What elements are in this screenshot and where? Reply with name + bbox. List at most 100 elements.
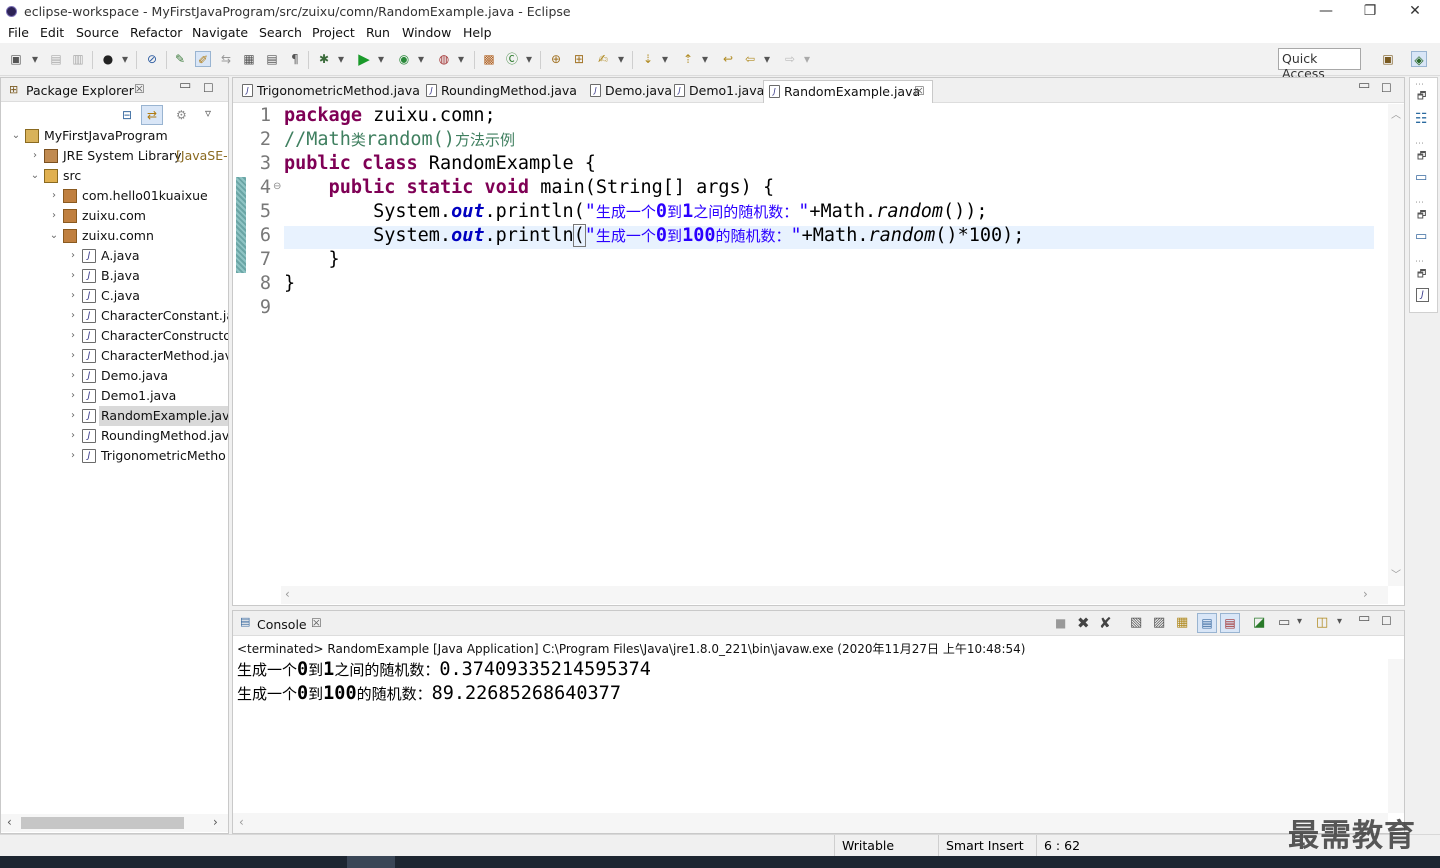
close-window-button[interactable]: ✕ — [1392, 0, 1438, 23]
open-console-icon[interactable]: ◫ — [1316, 615, 1328, 630]
highlight-icon[interactable]: ✐ — [195, 51, 211, 67]
new-java-project-icon[interactable]: ▩ — [481, 51, 497, 67]
dropdown-icon[interactable]: ▾ — [416, 51, 426, 67]
menu-refactor[interactable]: Refactor — [130, 25, 182, 40]
coverage-icon[interactable]: ◉ — [396, 51, 412, 67]
tree-item[interactable]: › J RandomExample.java — [1, 406, 228, 426]
editor-tab[interactable]: J Demo1.java — [669, 80, 764, 103]
tree-item[interactable]: › J B.java — [1, 266, 228, 286]
dropdown-icon[interactable]: ▾ — [1337, 616, 1342, 627]
expand-icon[interactable]: › — [68, 306, 78, 326]
scroll-left-icon[interactable]: ‹ — [239, 815, 244, 829]
tree-item[interactable]: › J C.java — [1, 286, 228, 306]
expand-icon[interactable]: › — [68, 246, 78, 266]
expand-icon[interactable]: › — [30, 146, 40, 166]
menu-source[interactable]: Source — [76, 25, 119, 40]
editor-tab[interactable]: J RandomExample.java ☒ — [763, 80, 933, 103]
expand-icon[interactable]: › — [68, 266, 78, 286]
close-tab-icon[interactable]: ☒ — [914, 84, 925, 98]
maximize-editor-icon[interactable]: ☐ — [1381, 81, 1392, 95]
menu-navigate[interactable]: Navigate — [192, 25, 248, 40]
tree-item[interactable]: ⌄ src — [1, 166, 228, 186]
expand-icon[interactable]: › — [68, 346, 78, 366]
editor-vscrollbar[interactable]: ︿ ﹀ — [1388, 104, 1404, 586]
restore-button[interactable]: ❐ — [1347, 0, 1393, 23]
link-with-editor-icon[interactable]: ⇄ — [141, 105, 163, 125]
dropdown-icon[interactable]: ▾ — [524, 51, 534, 67]
dropdown-icon[interactable]: ▾ — [700, 51, 710, 67]
menu-window[interactable]: Window — [402, 25, 451, 40]
maximize-console-icon[interactable]: ☐ — [1381, 614, 1392, 628]
show-whitespace-icon[interactable]: ⇆ — [218, 51, 234, 67]
minimize-console-icon[interactable]: ▭ — [1358, 611, 1370, 626]
tree-item[interactable]: ⌄ zuixu.comn — [1, 226, 228, 246]
tree-item[interactable]: › com.hello01kuaixue — [1, 186, 228, 206]
console-hscrollbar[interactable]: ‹ — [233, 813, 1388, 833]
scroll-down-icon[interactable]: ﹀ — [1391, 566, 1401, 581]
menu-search[interactable]: Search — [259, 25, 302, 40]
editor-hscrollbar[interactable]: ‹ › — [281, 586, 1388, 604]
maximize-view-icon[interactable]: ☐ — [203, 81, 214, 95]
minimize-view-icon[interactable]: ▭ — [179, 78, 191, 93]
expand-icon[interactable]: › — [68, 326, 78, 346]
pilcrow-icon[interactable]: ¶ — [287, 51, 303, 67]
menu-help[interactable]: Help — [463, 25, 492, 40]
display-console-icon[interactable]: ▭ — [1278, 615, 1290, 630]
problems-icon[interactable]: ▭ — [1415, 229, 1427, 244]
menu-run[interactable]: Run — [366, 25, 390, 40]
minimize-button[interactable]: — — [1303, 0, 1349, 23]
block-selection-icon[interactable]: ▦ — [241, 51, 257, 67]
save-icon[interactable]: ▤ — [48, 51, 64, 67]
new-class-icon[interactable]: Ⓒ — [504, 51, 520, 67]
tree-item[interactable]: › J Demo.java — [1, 366, 228, 386]
editor-tab[interactable]: J TrigonometricMethod.java — [237, 80, 420, 103]
scroll-thumb[interactable] — [21, 817, 184, 829]
terminate-icon[interactable]: ■ — [1055, 616, 1066, 630]
external-tools-icon[interactable]: ◍ — [436, 51, 452, 67]
word-wrap-icon[interactable]: ▤ — [264, 51, 280, 67]
back-icon[interactable]: ⇦ — [742, 51, 758, 67]
scroll-lock-icon[interactable]: ▨ — [1153, 615, 1165, 630]
search-icon[interactable]: ✍ — [595, 51, 611, 67]
collapse-all-icon[interactable]: ⊟ — [122, 108, 132, 122]
collapse-icon[interactable]: ⌄ — [11, 126, 21, 146]
scroll-up-icon[interactable]: ︿ — [1391, 106, 1401, 121]
dropdown-icon[interactable]: ▾ — [376, 51, 386, 67]
quick-access-field[interactable]: Quick Access — [1278, 48, 1361, 81]
console-vscrollbar[interactable] — [1388, 659, 1404, 813]
expand-icon[interactable]: › — [49, 206, 59, 226]
java-file-icon[interactable]: J — [1416, 288, 1429, 302]
expand-icon[interactable]: › — [68, 426, 78, 446]
open-type-icon[interactable]: ⊕ — [548, 51, 564, 67]
minimize-editor-icon[interactable]: ▭ — [1358, 78, 1370, 93]
view-menu-icon[interactable]: ▿ — [205, 106, 211, 120]
toggle-mark-occurrences-icon[interactable]: ✎ — [172, 51, 188, 67]
restore-view-icon[interactable]: 🗗 — [1417, 149, 1426, 166]
tree-item[interactable]: › J TrigonometricMetho — [1, 446, 228, 466]
clear-console-icon[interactable]: ▧ — [1130, 615, 1142, 630]
tree-item[interactable]: › J CharacterConstructor — [1, 326, 228, 346]
expand-icon[interactable]: › — [68, 366, 78, 386]
menu-file[interactable]: File — [8, 25, 29, 40]
word-wrap-icon[interactable]: ▦ — [1176, 615, 1188, 630]
dropdown-icon[interactable]: ▾ — [456, 51, 466, 67]
expand-icon[interactable]: › — [68, 446, 78, 466]
scroll-left-icon[interactable]: ‹ — [285, 587, 290, 601]
dropdown-icon[interactable]: ▾ — [336, 51, 346, 67]
tree-item[interactable]: › zuixu.com — [1, 206, 228, 226]
expand-icon[interactable]: › — [68, 286, 78, 306]
dropdown-icon[interactable]: ▾ — [762, 51, 772, 67]
debug-icon[interactable]: ✱ — [316, 51, 332, 67]
close-icon[interactable]: ☒ — [311, 616, 322, 630]
restore-view-icon[interactable]: 🗗 — [1417, 208, 1426, 225]
dropdown-icon[interactable]: ▾ — [120, 51, 130, 67]
outline-icon[interactable]: ☷ — [1415, 111, 1428, 127]
tree-item[interactable]: › JRE System Library [JavaSE- — [1, 146, 228, 166]
dropdown-icon[interactable]: ▾ — [802, 51, 812, 67]
run-icon[interactable]: ▶ — [356, 51, 372, 67]
tree-item[interactable]: › J CharacterMethod.jav — [1, 346, 228, 366]
focus-icon[interactable]: ⚙ — [176, 108, 187, 122]
tree-item[interactable]: › J CharacterConstant.ja — [1, 306, 228, 326]
previous-annotation-icon[interactable]: ⇡ — [680, 51, 696, 67]
dropdown-icon[interactable]: ▾ — [1297, 616, 1302, 627]
